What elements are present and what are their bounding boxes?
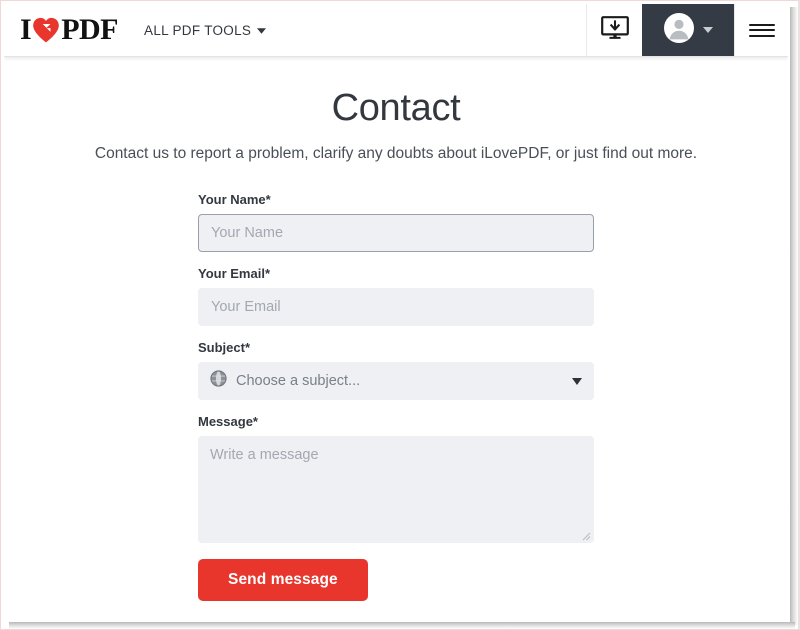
your-name-input[interactable] xyxy=(198,214,594,253)
required-marker: * xyxy=(264,266,271,282)
hamburger-menu-button[interactable] xyxy=(734,4,788,56)
header-actions xyxy=(586,4,788,56)
required-marker: * xyxy=(252,414,258,430)
chevron-down-icon xyxy=(703,27,713,33)
label-your-email-text: Your Email xyxy=(198,266,265,282)
chevron-down-icon xyxy=(257,26,267,36)
field-subject: Subject* Choose a subject... xyxy=(198,340,594,401)
hamburger-menu-icon xyxy=(748,20,775,40)
header-spacer xyxy=(266,4,586,56)
label-your-email: Your Email* xyxy=(198,266,594,281)
send-message-button[interactable]: Send message xyxy=(198,559,368,602)
contact-form: Your Name* Your Email* Subject* xyxy=(198,192,594,602)
logo-text-i: I xyxy=(20,13,32,46)
message-input[interactable] xyxy=(198,436,594,544)
desktop-download-icon xyxy=(600,15,629,45)
required-marker: * xyxy=(244,340,251,356)
field-message: Message* xyxy=(198,414,594,544)
field-your-email: Your Email* xyxy=(198,266,594,327)
logo-ilovepdf[interactable]: I PDF xyxy=(4,4,122,56)
page-shadow-bottom xyxy=(9,622,795,629)
your-email-input[interactable] xyxy=(198,288,594,327)
site-header: I PDF ALL PDF TOOLS xyxy=(4,4,788,57)
label-message-text: Message xyxy=(198,414,253,430)
desktop-download-button[interactable] xyxy=(586,4,642,56)
label-your-name-text: Your Name xyxy=(198,192,266,208)
browser-page: I PDF ALL PDF TOOLS Contact Contact us t… xyxy=(4,4,788,618)
heart-icon xyxy=(32,17,60,43)
label-message: Message* xyxy=(198,414,594,429)
subject-select-value: Choose a subject... xyxy=(236,373,361,390)
user-account-button[interactable] xyxy=(642,4,734,56)
logo-text-pdf: PDF xyxy=(61,13,119,46)
user-avatar-icon xyxy=(663,12,695,49)
screenshot-frame: I PDF ALL PDF TOOLS Contact Contact us t… xyxy=(0,0,800,630)
globe-icon xyxy=(210,370,227,392)
page-title: Contact xyxy=(331,87,461,129)
subject-select[interactable]: Choose a subject... xyxy=(198,362,594,401)
main-content: Contact Contact us to report a problem, … xyxy=(4,57,788,602)
nav-all-pdf-tools[interactable]: ALL PDF TOOLS xyxy=(144,4,267,56)
field-your-name: Your Name* xyxy=(198,192,594,253)
required-marker: * xyxy=(265,192,271,208)
message-textarea-wrap xyxy=(198,436,594,544)
page-subtitle: Contact us to report a problem, clarify … xyxy=(94,145,698,162)
nav-all-pdf-tools-label: ALL PDF TOOLS xyxy=(144,22,252,38)
label-your-name: Your Name* xyxy=(198,192,594,207)
label-subject: Subject* xyxy=(198,340,594,355)
page-shadow-right xyxy=(790,7,798,625)
label-subject-text: Subject xyxy=(198,340,245,356)
chevron-down-icon xyxy=(572,377,582,385)
